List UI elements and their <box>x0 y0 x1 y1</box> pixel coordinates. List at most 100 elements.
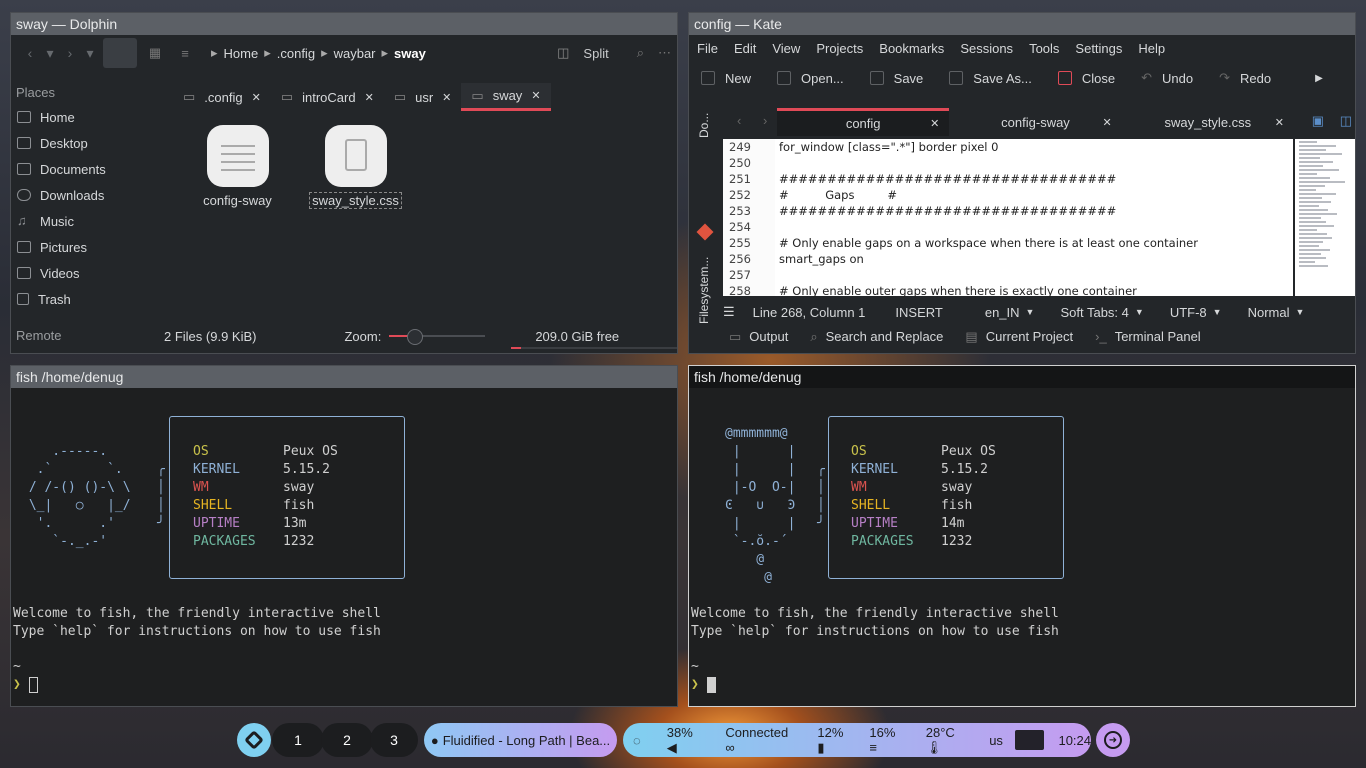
indentation-select[interactable]: Soft Tabs: 4 <box>1060 305 1128 320</box>
menu-settings[interactable]: Settings <box>1075 41 1122 56</box>
close-icon[interactable]: ✕ <box>252 91 261 104</box>
tab-usr[interactable]: ▭ usr ✕ <box>384 83 462 111</box>
menu-view[interactable]: View <box>772 41 800 56</box>
menu-file[interactable]: File <box>697 41 718 56</box>
panel-label: Current Project <box>985 329 1074 344</box>
terminal-left[interactable]: fish /home/denug .-----. .` `. / /-() ()… <box>10 365 678 707</box>
tab-sway-style[interactable]: sway_style.css ✕ <box>1122 108 1294 136</box>
workspace-2[interactable]: 2 <box>321 723 373 757</box>
tab-forward-icon[interactable]: › <box>763 113 767 128</box>
minimap[interactable] <box>1295 139 1355 296</box>
text-file-icon <box>206 125 269 187</box>
panel-current-project[interactable]: ▤ Current Project <box>965 329 1073 345</box>
network-module[interactable]: Connected ∞ <box>725 725 795 755</box>
close-icon[interactable]: ✕ <box>365 91 374 104</box>
forward-icon[interactable]: › <box>57 45 83 61</box>
place-label: Home <box>40 109 75 125</box>
code-line: # Only enable outer gaps when there is e… <box>779 284 1137 298</box>
undo-button[interactable]: ↶ Undo <box>1141 70 1193 86</box>
close-icon[interactable]: ✕ <box>1275 116 1284 129</box>
place-downloads[interactable]: Downloads <box>11 182 161 208</box>
panel-output[interactable]: ▭ Output <box>729 329 788 345</box>
volume-module[interactable]: 38% ◀ <box>667 725 704 756</box>
side-tab-filesystem[interactable]: Filesystem... <box>697 257 711 324</box>
menu-projects[interactable]: Projects <box>816 41 863 56</box>
place-pictures[interactable]: Pictures <box>11 234 161 260</box>
new-tab-icon[interactable]: ▣ <box>1312 113 1324 129</box>
media-player[interactable]: ● Fluidified - Long Path | Bea... <box>424 723 617 757</box>
toolbar-overflow-icon[interactable]: ▶ <box>1315 73 1323 84</box>
place-trash[interactable]: Trash <box>11 286 161 312</box>
place-home[interactable]: Home <box>11 104 161 130</box>
menu-tools[interactable]: Tools <box>1029 41 1059 56</box>
back-dropdown-icon[interactable]: ▾ <box>43 45 57 62</box>
workspace-3[interactable]: 3 <box>370 723 418 757</box>
input-mode[interactable]: INSERT <box>895 305 942 320</box>
tab-config[interactable]: ▭ .config ✕ <box>173 83 271 111</box>
workspace-1[interactable]: 1 <box>272 723 324 757</box>
tab-back-icon[interactable]: ‹ <box>737 113 741 128</box>
side-tab-documents[interactable]: Do... <box>697 113 711 138</box>
terminal-right[interactable]: fish /home/denug @mmmmmm@ | | | | |-O O-… <box>688 365 1356 707</box>
place-music[interactable]: ♫ Music <box>11 208 161 234</box>
open-button[interactable]: Open... <box>777 71 844 86</box>
close-icon[interactable]: ✕ <box>1102 116 1111 129</box>
menu-help[interactable]: Help <box>1138 41 1165 56</box>
editor-area[interactable]: 249 250 251 252 253 254 255 256 257 258 … <box>723 139 1293 298</box>
project-icon: ▤ <box>965 329 978 344</box>
icons-view-icon[interactable] <box>103 38 137 68</box>
details-view-icon[interactable]: ≡ <box>173 46 197 61</box>
compact-view-icon[interactable]: ▦ <box>143 45 167 61</box>
breadcrumb-waybar[interactable]: waybar <box>334 46 376 61</box>
breadcrumb-config[interactable]: .config <box>277 46 315 61</box>
close-icon[interactable]: ✕ <box>442 91 451 104</box>
new-button[interactable]: New <box>701 71 751 86</box>
encoding-select[interactable]: UTF-8 <box>1170 305 1207 320</box>
place-videos[interactable]: Videos <box>11 260 161 286</box>
menu-edit[interactable]: Edit <box>734 41 756 56</box>
place-desktop[interactable]: Desktop <box>11 130 161 156</box>
close-icon[interactable]: ✕ <box>930 117 939 130</box>
fetch-label: PACKAGES <box>193 534 256 549</box>
cursor-position[interactable]: Line 268, Column 1 <box>753 305 866 320</box>
close-icon[interactable]: ✕ <box>531 89 540 102</box>
clock[interactable]: 10:24 <box>1058 733 1091 748</box>
zoom-slider[interactable] <box>389 329 486 345</box>
status-menu-icon[interactable]: ☰ <box>723 304 735 320</box>
idle-inhibitor-icon[interactable]: ◌ <box>633 733 641 748</box>
save-as-button[interactable]: Save As... <box>949 71 1032 86</box>
tab-config[interactable]: config ✕ <box>777 108 950 136</box>
menu-sessions[interactable]: Sessions <box>960 41 1013 56</box>
breadcrumb-home[interactable]: Home <box>224 46 259 61</box>
tab-config-sway[interactable]: config-sway ✕ <box>949 108 1121 136</box>
tab-sway[interactable]: ▭ sway ✕ <box>461 83 551 111</box>
close-button[interactable]: Close <box>1057 71 1115 86</box>
git-icon[interactable] <box>696 223 714 241</box>
split-view-icon[interactable]: ◫ <box>1340 113 1352 129</box>
launcher-button[interactable] <box>237 723 271 757</box>
menu-icon[interactable]: ⋯ <box>658 45 671 61</box>
prompt-line[interactable]: ❯ <box>13 676 38 694</box>
redo-button[interactable]: ↷ Redo <box>1219 70 1271 86</box>
file-item[interactable]: sway_style.css <box>308 125 403 209</box>
split-button[interactable]: Split <box>583 46 608 61</box>
place-documents[interactable]: Documents <box>11 156 161 182</box>
forward-dropdown-icon[interactable]: ▾ <box>83 45 97 62</box>
fetch-value: 1232 <box>941 534 973 549</box>
panel-search-replace[interactable]: ⌕ Search and Replace <box>810 329 943 345</box>
breadcrumb-sway[interactable]: sway <box>394 46 426 61</box>
prompt-line[interactable]: ❯ <box>691 676 716 694</box>
search-icon[interactable]: ⌕ <box>637 45 644 61</box>
menu-bookmarks[interactable]: Bookmarks <box>879 41 944 56</box>
power-button[interactable]: ➜ <box>1096 723 1130 757</box>
keyboard-layout[interactable]: us <box>989 733 1003 748</box>
tab-introcard[interactable]: ▭ introCard ✕ <box>271 83 384 111</box>
input-mode-select[interactable]: Normal <box>1248 305 1290 320</box>
back-icon[interactable]: ‹ <box>17 45 43 61</box>
tray-thumbnail-icon[interactable] <box>1014 730 1045 750</box>
dictionary-select[interactable]: en_IN <box>985 305 1020 320</box>
battery-icon: ▮ <box>817 739 825 755</box>
panel-terminal[interactable]: ›_ Terminal Panel <box>1095 329 1201 345</box>
file-item[interactable]: config-sway <box>190 125 285 208</box>
save-button[interactable]: Save <box>869 71 923 86</box>
